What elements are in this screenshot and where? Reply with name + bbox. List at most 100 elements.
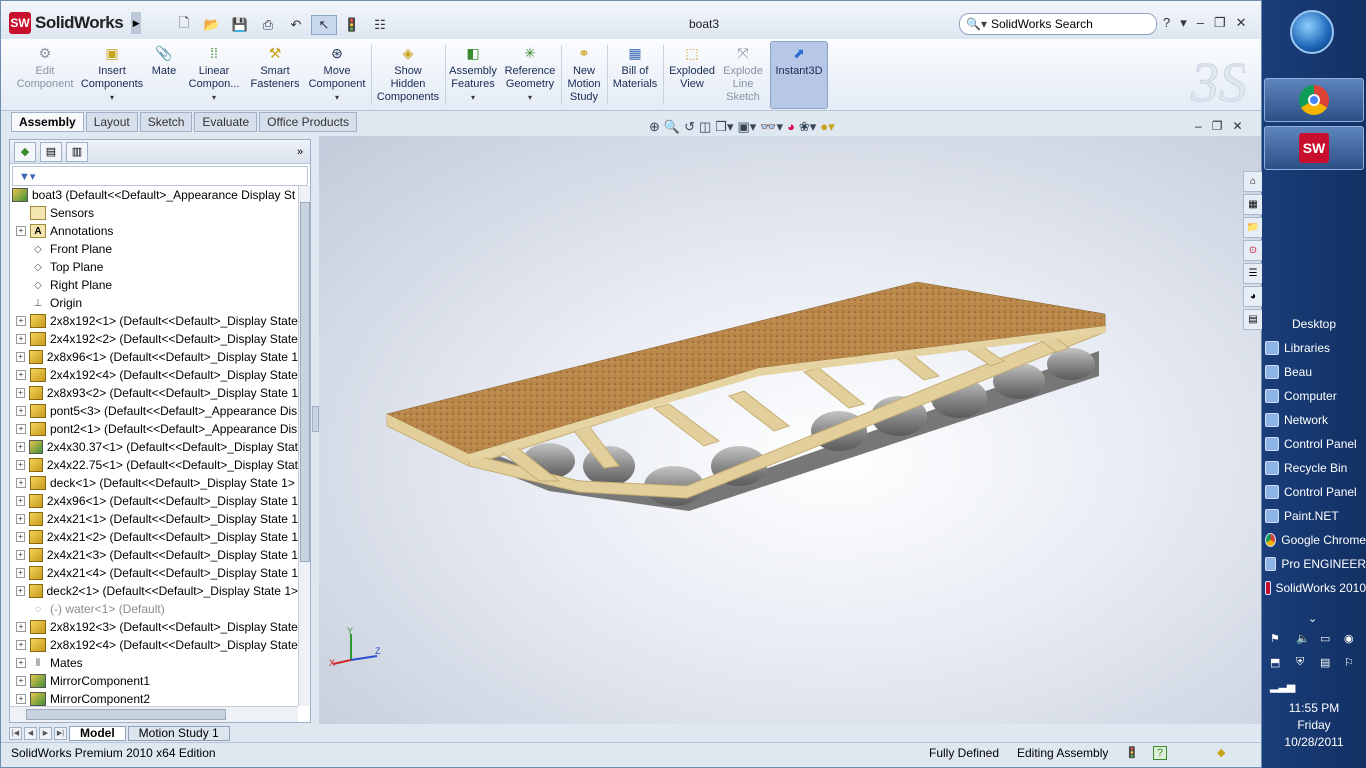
print-icon[interactable]: ⎙ <box>255 15 281 35</box>
tree-item[interactable]: +2x4x21<1> (Default<<Default>_Display St… <box>10 510 298 528</box>
tree-item[interactable]: + pont5<3> (Default<<Default>_Appearance … <box>10 402 298 420</box>
view-settings-icon[interactable]: ●▾ <box>820 119 834 135</box>
update-icon[interactable]: ⬒ <box>1270 656 1280 669</box>
section-view-icon[interactable]: ◫ <box>699 119 711 135</box>
zoom-to-fit-icon[interactable]: ⊕ <box>649 119 660 135</box>
tree-item[interactable]: + MirrorComponent1 <box>10 672 298 690</box>
desktop-item-recycle-bin[interactable]: Recycle Bin <box>1262 456 1366 480</box>
action-center-icon[interactable]: ⚑ <box>1270 632 1280 645</box>
new-document-icon[interactable]: 🗋 <box>171 15 197 35</box>
expand-icon[interactable]: + <box>16 586 25 596</box>
prev-tab-icon[interactable]: ◀ <box>24 726 37 740</box>
desktop-item-control-panel[interactable]: Control Panel <box>1262 432 1366 456</box>
volume-icon[interactable]: 🔈 <box>1296 632 1310 645</box>
tree-item[interactable]: +2x8x192<1> (Default<<Default>_Display S… <box>10 312 298 330</box>
file-explorer-icon[interactable]: 📁 <box>1243 217 1263 238</box>
smart-fasteners-button[interactable]: ⚒ Smart Fasteners <box>247 43 303 109</box>
rebuild-icon[interactable]: 🚦 <box>339 15 365 35</box>
tree-item[interactable]: ◌ (-) water<1> (Default) <box>10 600 298 618</box>
desktop-item-computer[interactable]: Computer <box>1262 384 1366 408</box>
flag-icon[interactable]: ⚐ <box>1344 656 1354 669</box>
previous-view-icon[interactable]: ↺ <box>684 119 695 135</box>
tree-item[interactable]: ◇ Top Plane <box>10 258 298 276</box>
desktop-item-pro-engineer[interactable]: Pro ENGINEER <box>1262 552 1366 576</box>
desktop-item-network[interactable]: Network <box>1262 408 1366 432</box>
tree-item[interactable]: Sensors <box>10 204 298 222</box>
expand-icon[interactable]: + <box>16 352 25 362</box>
chevron-down-icon[interactable]: ▾ <box>335 91 339 104</box>
display-icon[interactable]: ▭ <box>1320 632 1330 645</box>
expand-icon[interactable]: + <box>16 388 25 398</box>
expand-icon[interactable]: + <box>16 568 25 578</box>
tree-item[interactable]: +2x8x192<4> (Default<<Default>_Display S… <box>10 636 298 654</box>
last-tab-icon[interactable]: ▶| <box>54 726 67 740</box>
tree-item[interactable]: ◇ Right Plane <box>10 276 298 294</box>
tree-item[interactable]: +2x4x96<1> (Default<<Default>_Display St… <box>10 492 298 510</box>
desktop-item-control-panel-2[interactable]: Control Panel <box>1262 480 1366 504</box>
custom-properties-icon[interactable]: ▤ <box>1243 309 1263 330</box>
chevron-down-icon[interactable]: ▾ <box>471 91 475 104</box>
expand-icon[interactable]: + <box>16 676 26 686</box>
first-tab-icon[interactable]: |◀ <box>9 726 22 740</box>
expand-icon[interactable]: + <box>16 226 26 236</box>
expand-icon[interactable]: + <box>16 514 25 524</box>
tab-office-products[interactable]: Office Products <box>259 112 357 132</box>
expand-icon[interactable]: + <box>16 550 25 560</box>
desktop-item-google-chrome[interactable]: Google Chrome <box>1262 528 1366 552</box>
scrollbar-thumb[interactable] <box>300 202 310 562</box>
app-tray-icon[interactable]: ◉ <box>1344 632 1354 645</box>
reference-geometry-button[interactable]: ✳ Reference Geometry ▾ <box>501 43 559 109</box>
panel-splitter[interactable] <box>312 406 319 432</box>
expand-icon[interactable]: + <box>16 406 26 416</box>
tree-item[interactable]: + deck<1> (Default<<Default>_Display Stat… <box>10 474 298 492</box>
desktop-item-beau[interactable]: Beau <box>1262 360 1366 384</box>
tree-item[interactable]: +2x4x21<2> (Default<<Default>_Display St… <box>10 528 298 546</box>
tab-evaluate[interactable]: Evaluate <box>194 112 258 132</box>
tree-horizontal-scrollbar[interactable] <box>10 706 298 722</box>
appearances-icon[interactable]: ◕ <box>1243 286 1263 307</box>
expand-icon[interactable]: + <box>16 532 25 542</box>
expand-icon[interactable]: + <box>16 370 26 380</box>
tab-model[interactable]: Model <box>69 725 126 741</box>
expand-panel-icon[interactable]: » <box>290 142 310 162</box>
feature-tree-tab-icon[interactable]: ◆ <box>14 141 36 162</box>
chevron-down-icon[interactable]: ▾ <box>212 91 216 104</box>
instant3d-button[interactable]: ⬈ Instant3D <box>771 43 827 109</box>
open-folder-icon[interactable]: 📂 <box>199 15 225 35</box>
doc-minimize-icon[interactable]: – <box>1195 119 1202 133</box>
explode-line-sketch-button[interactable]: ⤧ Explode Line Sketch <box>719 43 767 109</box>
expand-icon[interactable]: + <box>16 478 26 488</box>
start-button-icon[interactable] <box>1290 10 1334 54</box>
tree-item[interactable]: + A Annotations <box>10 222 298 240</box>
doc-restore-icon[interactable]: ❐ <box>1212 119 1223 133</box>
undo-icon[interactable]: ↶ <box>283 15 309 35</box>
search-box[interactable]: 🔍▾ SolidWorks Search <box>959 13 1157 35</box>
tree-item[interactable]: +2x4x30.37<1> (Default<<Default>_Display… <box>10 438 298 456</box>
close-icon[interactable]: ✕ <box>1236 15 1247 31</box>
tree-item[interactable]: +2x4x21<3> (Default<<Default>_Display St… <box>10 546 298 564</box>
expand-icon[interactable]: + <box>16 622 26 632</box>
menu-arrow-icon[interactable]: ▶ <box>131 12 142 34</box>
taskbar-chrome[interactable] <box>1264 78 1364 122</box>
new-motion-study-button[interactable]: ⚭ New Motion Study <box>563 43 605 109</box>
tree-item[interactable]: +2x4x192<2> (Default<<Default>_Display S… <box>10 330 298 348</box>
device-icon[interactable]: ▤ <box>1320 656 1330 669</box>
security-icon[interactable]: ⛨ <box>1296 656 1304 669</box>
tree-item[interactable]: +2x8x96<1> (Default<<Default>_Display St… <box>10 348 298 366</box>
desktop-item-solidworks[interactable]: SolidWorks 2010 <box>1262 576 1366 600</box>
design-library-icon[interactable]: ▦ <box>1243 194 1263 215</box>
expand-icon[interactable]: + <box>16 334 26 344</box>
insert-components-button[interactable]: ▣ Insert Components ▾ <box>79 43 145 109</box>
move-component-button[interactable]: ⊛ Move Component ▾ <box>305 43 369 109</box>
expand-icon[interactable]: + <box>16 496 25 506</box>
tree-item[interactable]: + deck2<1> (Default<<Default>_Display Sta… <box>10 582 298 600</box>
next-tab-icon[interactable]: ▶ <box>39 726 52 740</box>
property-manager-tab-icon[interactable]: ▤ <box>40 141 62 162</box>
expand-icon[interactable]: + <box>16 316 26 326</box>
desktop-item-paint-net[interactable]: Paint.NET <box>1262 504 1366 528</box>
tree-item[interactable]: +2x4x192<4> (Default<<Default>_Display S… <box>10 366 298 384</box>
select-arrow-icon[interactable]: ↖ <box>311 15 337 35</box>
solidworks-resources-icon[interactable]: ⌂ <box>1243 171 1263 192</box>
help-dropdown-icon[interactable]: ▾ <box>1180 15 1187 31</box>
help-icon[interactable]: ? <box>1163 15 1170 31</box>
